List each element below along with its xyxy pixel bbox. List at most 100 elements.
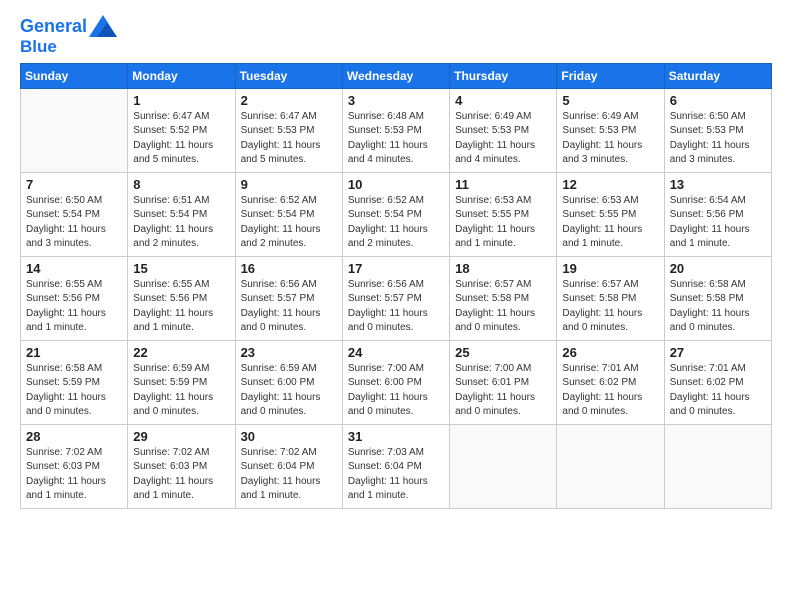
day-info: Sunrise: 7:00 AM Sunset: 6:00 PM Dayligh… [348,362,444,420]
day-info: Sunrise: 6:49 AM Sunset: 5:53 PM Dayligh… [455,110,551,168]
calendar-week-row: 14 Sunrise: 6:55 AM Sunset: 5:56 PM Dayli… [21,256,772,340]
logo-icon [89,14,117,38]
calendar-day-cell [21,88,128,172]
day-number: 7 [26,177,122,192]
calendar-day-cell: 1 Sunrise: 6:47 AM Sunset: 5:52 PM Daylig… [128,88,235,172]
calendar-day-cell: 3Sunrise: 6:48 AM Sunset: 5:53 PM Daylig… [342,88,449,172]
day-info: Sunrise: 6:47 AM Sunset: 5:52 PM Dayligh… [133,110,229,168]
calendar-day-cell: 15 Sunrise: 6:55 AM Sunset: 5:56 PM Dayli… [128,256,235,340]
calendar-day-cell: 13Sunrise: 6:54 AM Sunset: 5:56 PM Dayli… [664,172,771,256]
calendar-day-cell: 19 Sunrise: 6:57 AM Sunset: 5:58 PM Dayli… [557,256,664,340]
weekday-header: Friday [557,63,664,88]
weekday-header: Wednesday [342,63,449,88]
day-number: 16 [241,261,337,276]
weekday-header: Sunday [21,63,128,88]
weekday-header: Tuesday [235,63,342,88]
day-number: 18 [455,261,551,276]
day-number: 1 [133,93,229,108]
day-info: Sunrise: 6:55 AM Sunset: 5:56 PM Dayligh… [26,278,122,336]
day-info: Sunrise: 6:53 AM Sunset: 5:55 PM Dayligh… [562,194,658,252]
calendar-day-cell: 12 Sunrise: 6:53 AM Sunset: 5:55 PM Dayli… [557,172,664,256]
day-info: Sunrise: 6:48 AM Sunset: 5:53 PM Dayligh… [348,110,444,168]
logo-text-general: General [20,17,87,37]
day-number: 6 [670,93,766,108]
day-number: 17 [348,261,444,276]
calendar-day-cell: 7 Sunrise: 6:50 AM Sunset: 5:54 PM Daylig… [21,172,128,256]
day-info: Sunrise: 7:02 AM Sunset: 6:04 PM Dayligh… [241,446,337,504]
calendar-day-cell [450,424,557,508]
calendar-day-cell: 9Sunrise: 6:52 AM Sunset: 5:54 PM Daylig… [235,172,342,256]
day-number: 4 [455,93,551,108]
calendar-header-row: SundayMondayTuesdayWednesdayThursdayFrid… [21,63,772,88]
day-number: 23 [241,345,337,360]
logo: General Blue [20,16,117,57]
day-info: Sunrise: 6:58 AM Sunset: 5:59 PM Dayligh… [26,362,122,420]
weekday-header: Saturday [664,63,771,88]
calendar-day-cell: 16 Sunrise: 6:56 AM Sunset: 5:57 PM Dayli… [235,256,342,340]
calendar-day-cell: 20 Sunrise: 6:58 AM Sunset: 5:58 PM Dayli… [664,256,771,340]
calendar-day-cell: 31 Sunrise: 7:03 AM Sunset: 6:04 PM Dayli… [342,424,449,508]
calendar-day-cell: 14 Sunrise: 6:55 AM Sunset: 5:56 PM Dayli… [21,256,128,340]
day-number: 24 [348,345,444,360]
calendar-day-cell: 22 Sunrise: 6:59 AM Sunset: 5:59 PM Dayli… [128,340,235,424]
day-info: Sunrise: 7:03 AM Sunset: 6:04 PM Dayligh… [348,446,444,504]
day-info: Sunrise: 6:50 AM Sunset: 5:53 PM Dayligh… [670,110,766,168]
day-number: 5 [562,93,658,108]
day-info: Sunrise: 6:55 AM Sunset: 5:56 PM Dayligh… [133,278,229,336]
day-info: Sunrise: 6:52 AM Sunset: 5:54 PM Dayligh… [348,194,444,252]
day-info: Sunrise: 6:51 AM Sunset: 5:54 PM Dayligh… [133,194,229,252]
day-info: Sunrise: 7:01 AM Sunset: 6:02 PM Dayligh… [670,362,766,420]
day-number: 13 [670,177,766,192]
day-info: Sunrise: 6:59 AM Sunset: 5:59 PM Dayligh… [133,362,229,420]
calendar-day-cell: 6 Sunrise: 6:50 AM Sunset: 5:53 PM Daylig… [664,88,771,172]
day-info: Sunrise: 7:02 AM Sunset: 6:03 PM Dayligh… [26,446,122,504]
day-number: 11 [455,177,551,192]
calendar-day-cell: 28 Sunrise: 7:02 AM Sunset: 6:03 PM Dayli… [21,424,128,508]
day-number: 25 [455,345,551,360]
calendar-day-cell: 10 Sunrise: 6:52 AM Sunset: 5:54 PM Dayli… [342,172,449,256]
day-number: 12 [562,177,658,192]
day-info: Sunrise: 6:50 AM Sunset: 5:54 PM Dayligh… [26,194,122,252]
day-info: Sunrise: 6:58 AM Sunset: 5:58 PM Dayligh… [670,278,766,336]
calendar-day-cell: 30Sunrise: 7:02 AM Sunset: 6:04 PM Dayli… [235,424,342,508]
day-info: Sunrise: 7:00 AM Sunset: 6:01 PM Dayligh… [455,362,551,420]
calendar-day-cell: 24 Sunrise: 7:00 AM Sunset: 6:00 PM Dayli… [342,340,449,424]
calendar-day-cell: 26Sunrise: 7:01 AM Sunset: 6:02 PM Dayli… [557,340,664,424]
day-number: 28 [26,429,122,444]
day-info: Sunrise: 6:59 AM Sunset: 6:00 PM Dayligh… [241,362,337,420]
day-info: Sunrise: 6:49 AM Sunset: 5:53 PM Dayligh… [562,110,658,168]
day-number: 14 [26,261,122,276]
day-number: 9 [241,177,337,192]
header: General Blue [20,16,772,57]
calendar-day-cell: 5 Sunrise: 6:49 AM Sunset: 5:53 PM Daylig… [557,88,664,172]
calendar-day-cell: 17 Sunrise: 6:56 AM Sunset: 5:57 PM Dayli… [342,256,449,340]
day-number: 10 [348,177,444,192]
calendar-day-cell: 11 Sunrise: 6:53 AM Sunset: 5:55 PM Dayli… [450,172,557,256]
day-number: 29 [133,429,229,444]
calendar-day-cell: 8Sunrise: 6:51 AM Sunset: 5:54 PM Daylig… [128,172,235,256]
day-number: 20 [670,261,766,276]
day-info: Sunrise: 6:56 AM Sunset: 5:57 PM Dayligh… [241,278,337,336]
day-number: 19 [562,261,658,276]
day-number: 22 [133,345,229,360]
day-info: Sunrise: 7:02 AM Sunset: 6:03 PM Dayligh… [133,446,229,504]
calendar-day-cell: 4 Sunrise: 6:49 AM Sunset: 5:53 PM Daylig… [450,88,557,172]
calendar-week-row: 28 Sunrise: 7:02 AM Sunset: 6:03 PM Dayli… [21,424,772,508]
calendar-day-cell: 27 Sunrise: 7:01 AM Sunset: 6:02 PM Dayli… [664,340,771,424]
page: General Blue SundayMondayTuesdayWednesda… [0,0,792,612]
calendar-day-cell [664,424,771,508]
day-number: 31 [348,429,444,444]
day-number: 27 [670,345,766,360]
day-number: 15 [133,261,229,276]
day-number: 2 [241,93,337,108]
day-info: Sunrise: 6:53 AM Sunset: 5:55 PM Dayligh… [455,194,551,252]
logo-text-blue: Blue [20,38,117,57]
day-info: Sunrise: 6:56 AM Sunset: 5:57 PM Dayligh… [348,278,444,336]
weekday-header: Monday [128,63,235,88]
day-info: Sunrise: 6:57 AM Sunset: 5:58 PM Dayligh… [562,278,658,336]
calendar-table: SundayMondayTuesdayWednesdayThursdayFrid… [20,63,772,509]
calendar-day-cell: 2Sunrise: 6:47 AM Sunset: 5:53 PM Daylig… [235,88,342,172]
day-info: Sunrise: 6:57 AM Sunset: 5:58 PM Dayligh… [455,278,551,336]
day-number: 26 [562,345,658,360]
calendar-day-cell: 23 Sunrise: 6:59 AM Sunset: 6:00 PM Dayli… [235,340,342,424]
